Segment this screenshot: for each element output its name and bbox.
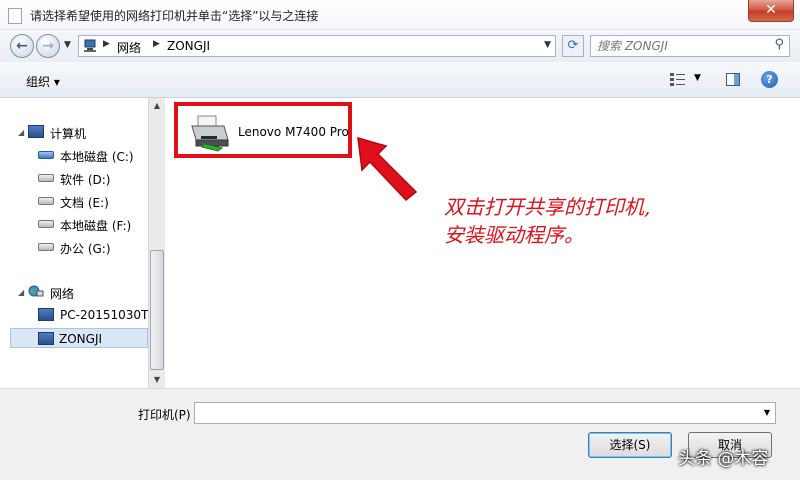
combobox-dropdown-icon[interactable]: ▼ [764,408,770,417]
nav-item-label: PC-20151030TV [60,308,148,322]
navigation-pane: ◢ 计算机 本地磁盘 (C:) 软件 (D:) 文档 (E:) 本地磁盘 (F:… [0,98,148,388]
nav-item-label: 办公 (G:) [60,242,111,256]
refresh-button[interactable]: ⟳ [562,35,584,57]
window-title: 请选择希望使用的网络打印机并单击“选择”以与之连接 [30,9,319,23]
nav-item-label: 软件 (D:) [60,173,111,187]
drive-icon [38,174,54,182]
close-button[interactable]: ✕ [748,0,794,22]
watermark-text: 头条 @木容 [678,449,769,469]
view-options-icon[interactable] [670,72,686,87]
recent-pages-chevron-icon[interactable]: ▼ [64,40,71,50]
breadcrumb-network[interactable]: 网络 [117,39,141,56]
nav-item-label: 本地磁盘 (C:) [60,150,134,164]
search-icon[interactable]: ⚲ [774,37,784,52]
organize-menu-button[interactable]: 组织 ▾ [26,73,60,90]
address-dropdown-icon[interactable]: ▼ [544,40,551,50]
computer-icon [28,125,44,138]
nav-item-drive-g[interactable]: 办公 (G:) [38,237,146,257]
help-icon[interactable]: ? [761,71,778,88]
nav-item-label: 文档 (E:) [60,196,109,210]
nav-item-label: ZONGJI [59,332,103,346]
pointer-arrow-icon [357,136,418,202]
search-box[interactable]: ⚲ [590,35,790,57]
nav-item-pc-20151030tv[interactable]: PC-20151030TV [38,305,148,325]
printer-item[interactable]: Lenovo M7400 Pro [174,102,352,158]
scrollbar-thumb[interactable] [150,250,164,370]
title-bar: 请选择希望使用的网络打印机并单击“选择”以与之连接 ✕ [0,0,800,30]
nav-item-drive-e[interactable]: 文档 (E:) [38,191,146,211]
nav-item-label: 网络 [50,287,75,301]
drive-icon [38,197,54,205]
network-globe-icon [28,285,44,297]
select-button[interactable]: 选择(S) [588,432,672,458]
nav-pane-scrollbar[interactable]: ▲ ▼ [148,98,165,388]
expand-arrow-icon[interactable]: ◢ [18,288,24,297]
command-toolbar: 组织 ▾ ▼ ? [0,62,800,98]
forward-button[interactable]: → [36,34,60,58]
breadcrumb-separator-icon[interactable]: ▶ [103,39,110,49]
scroll-down-icon[interactable]: ▼ [149,372,165,388]
navigation-row: ← → ▼ ▶ 网络 ▶ ZONGJI ▼ ⟳ ⚲ [0,30,800,62]
nav-item-label: 本地磁盘 (F:) [60,219,132,233]
view-dropdown-icon[interactable]: ▼ [694,73,701,83]
instruction-annotation: 双击打开共享的打印机, 安装驱动程序。 [444,193,650,249]
address-bar[interactable]: ▶ 网络 ▶ ZONGJI ▼ [78,35,556,57]
preview-pane-icon[interactable] [726,73,740,86]
breadcrumb-zongji[interactable]: ZONGJI [167,39,210,53]
nav-item-drive-f[interactable]: 本地磁盘 (F:) [38,214,146,234]
drive-icon [38,243,54,251]
breadcrumb-separator-icon[interactable]: ▶ [153,39,160,49]
scroll-up-icon[interactable]: ▲ [149,98,165,114]
nav-item-zongji[interactable]: ZONGJI [10,328,148,348]
nav-item-drive-c[interactable]: 本地磁盘 (C:) [38,145,146,165]
nav-item-drive-d[interactable]: 软件 (D:) [38,168,146,188]
window-icon [8,8,22,24]
printer-combobox[interactable]: ▼ [194,402,776,424]
printer-field-label: 打印机(P) [138,408,191,422]
nav-item-computer[interactable]: 计算机 [28,122,138,142]
annotation-line-2: 安装驱动程序。 [444,223,584,247]
network-computer-icon [38,332,54,345]
printer-icon [191,115,229,152]
nav-item-network[interactable]: 网络 [28,282,138,302]
printer-name-label: Lenovo M7400 Pro [238,125,349,139]
content-pane: Lenovo M7400 Pro 双击打开共享的打印机, 安装驱动程序。 [166,98,800,388]
expand-arrow-icon[interactable]: ◢ [18,128,24,137]
drive-icon [38,220,54,228]
annotation-line-1: 双击打开共享的打印机, [444,195,651,219]
nav-item-label: 计算机 [50,127,87,141]
network-computer-icon [84,39,96,52]
system-drive-icon [38,151,54,159]
network-computer-icon [38,308,54,321]
search-input[interactable] [597,38,767,54]
back-button[interactable]: ← [10,34,34,58]
